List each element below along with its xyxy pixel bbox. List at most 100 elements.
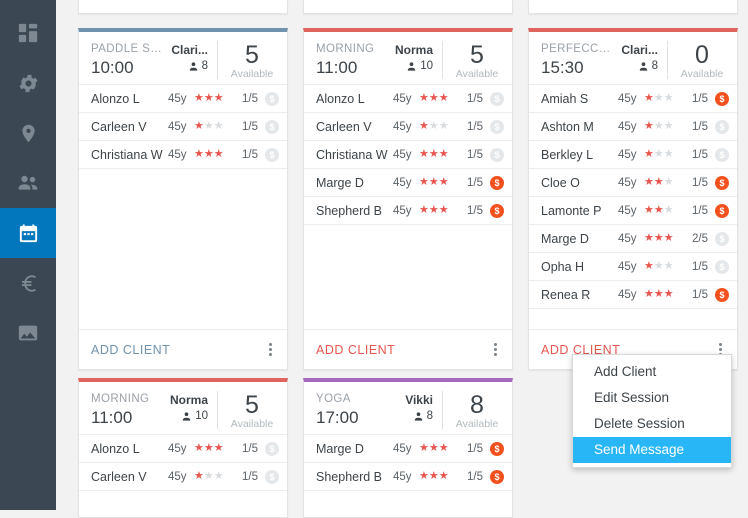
add-client-button[interactable]: ADD CLIENT — [316, 343, 486, 357]
session-time: 11:00 — [91, 408, 133, 427]
client-row[interactable]: Renea R 45y ★★★ 1/5 $ — [529, 281, 737, 309]
context-menu-item[interactable]: Send Message — [573, 437, 731, 463]
client-name: Opha H — [541, 259, 585, 274]
context-menu-item[interactable]: Edit Session — [573, 385, 731, 411]
star-icon: ★ — [663, 120, 674, 132]
client-name: Berkley L — [541, 147, 594, 162]
session-menu-button[interactable] — [261, 338, 279, 362]
client-row[interactable]: Alonzo L 45y ★★★ 1/5 $ — [304, 85, 512, 113]
context-menu-item[interactable]: Delete Session — [573, 411, 731, 437]
payment-status-badge[interactable]: $ — [490, 147, 504, 162]
session-context-menu[interactable]: Add Client Edit Session Delete Session Send… — [572, 354, 732, 468]
payment-status-badge[interactable]: $ — [490, 119, 504, 134]
star-icon: ★ — [428, 148, 439, 160]
person-icon — [189, 61, 197, 71]
star-icon: ★ — [213, 442, 224, 454]
payment-status-badge[interactable]: $ — [265, 469, 279, 484]
payment-status-badge[interactable]: $ — [265, 91, 279, 106]
sessions-board: PADDLE SURF 10:00 Clari... 8 — [56, 0, 748, 518]
sidebar-item-calendar[interactable] — [0, 208, 56, 258]
client-row[interactable]: Amiah S 45y ★★★ 1/5 $ — [529, 85, 737, 113]
client-row[interactable]: Marge D 45y ★★★ 2/5 $ — [529, 225, 737, 253]
client-row[interactable]: Alonzo L 45y ★★★ 1/5 $ — [79, 85, 287, 113]
payment-status-badge[interactable]: $ — [715, 119, 729, 134]
client-session-count: 2/5 — [692, 232, 708, 245]
context-menu-item[interactable]: Add Client — [573, 359, 731, 385]
sidebar-item-gallery[interactable] — [0, 308, 56, 358]
available-count: 5 — [245, 391, 259, 419]
client-row[interactable]: Shepherd B 45y ★★★ 1/5 $ — [304, 197, 512, 225]
sidebar-item-billing[interactable] — [0, 258, 56, 308]
payment-status-badge[interactable]: $ — [715, 91, 729, 106]
client-age: 45y — [168, 470, 187, 483]
payment-status-badge[interactable]: $ — [490, 469, 504, 484]
payment-status-badge[interactable]: $ — [715, 259, 729, 274]
session-card[interactable]: YOGA 17:00 Vikki 8 8 Available Marge D 4… — [303, 378, 513, 518]
client-row[interactable]: Alonzo L 45y ★★★ 1/5 $ — [79, 435, 287, 463]
session-card-stub[interactable] — [528, 0, 738, 14]
client-row[interactable]: Berkley L 45y ★★★ 1/5 $ — [529, 141, 737, 169]
payment-status-badge[interactable]: $ — [490, 175, 504, 190]
client-name: Marge D — [541, 231, 589, 246]
available-label: Available — [455, 418, 499, 430]
star-icon: ★ — [644, 260, 654, 272]
client-row[interactable]: Opha H 45y ★★★ 1/5 $ — [529, 253, 737, 281]
client-age: 45y — [393, 176, 412, 189]
star-icon: ★ — [663, 92, 674, 104]
payment-status-badge[interactable]: $ — [265, 147, 279, 162]
client-rating-stars: ★★★ — [419, 471, 457, 482]
session-card-stub[interactable] — [78, 0, 288, 14]
client-row[interactable]: Carleen V 45y ★★★ 1/5 $ — [79, 463, 287, 491]
payment-status-badge[interactable]: $ — [490, 91, 504, 106]
payment-status-badge[interactable]: $ — [715, 175, 729, 190]
payment-status-badge[interactable]: $ — [265, 441, 279, 456]
client-row[interactable]: Ashton M 45y ★★★ 1/5 $ — [529, 113, 737, 141]
available-label: Available — [230, 68, 274, 80]
star-icon: ★ — [644, 204, 654, 216]
session-card[interactable]: MORNING 11:00 Norma 10 5 Available Alonz… — [303, 28, 513, 370]
available-count: 0 — [695, 41, 709, 69]
session-time: 10:00 — [91, 58, 134, 77]
client-row[interactable]: Christiana W 45y ★★★ 1/5 $ — [304, 141, 512, 169]
sidebar-item-locations[interactable] — [0, 108, 56, 158]
session-card[interactable]: PADDLE SURF 10:00 Clari... 8 — [78, 28, 288, 370]
client-row[interactable]: Christiana W 45y ★★★ 1/5 $ — [79, 141, 287, 169]
payment-status-badge[interactable]: $ — [715, 287, 729, 302]
session-card-stub[interactable] — [303, 0, 513, 14]
client-list: Alonzo L 45y ★★★ 1/5 $ Carleen V 45y ★★★ 1/5 $ — [79, 434, 287, 491]
star-icon: ★ — [428, 92, 439, 104]
client-row[interactable]: Carleen V 45y ★★★ 1/5 $ — [79, 113, 287, 141]
payment-status-badge[interactable]: $ — [490, 203, 504, 218]
star-icon: ★ — [203, 92, 214, 104]
client-row[interactable]: Shepherd B 45y ★★★ 1/5 $ — [304, 463, 512, 491]
client-list: Alonzo L 45y ★★★ 1/5 $ Carleen V 45y ★★★ 1/5 $ Chr… — [79, 84, 287, 169]
coach-name: Clari... — [171, 43, 208, 57]
session-card[interactable]: MORNING 11:00 Norma 10 5 Available Alonz… — [78, 378, 288, 518]
payment-status-badge[interactable]: $ — [490, 441, 504, 456]
coach-name: Vikki — [405, 393, 433, 407]
client-list: Amiah S 45y ★★★ 1/5 $ Ashton M 45y ★★★ 1/5 $ Berkl… — [529, 84, 737, 309]
add-client-button[interactable]: ADD CLIENT — [91, 343, 261, 357]
client-row[interactable]: Marge D 45y ★★★ 1/5 $ — [304, 435, 512, 463]
session-menu-button[interactable] — [486, 338, 504, 362]
person-icon — [183, 411, 191, 421]
capacity-block: 8 — [612, 60, 658, 72]
payment-status-badge[interactable]: $ — [715, 231, 729, 246]
client-row[interactable]: Marge D 45y ★★★ 1/5 $ — [304, 169, 512, 197]
client-row[interactable]: Cloe O 45y ★★★ 1/5 $ — [529, 169, 737, 197]
client-session-count: 1/5 — [692, 92, 708, 105]
sidebar-item-dashboard[interactable] — [0, 8, 56, 58]
client-age: 45y — [618, 148, 637, 161]
sidebar-item-clients[interactable] — [0, 158, 56, 208]
capacity-block: 8 — [162, 60, 208, 72]
session-card[interactable]: PERFECCION. ... 15:30 Clari... 8 — [528, 28, 738, 370]
payment-status-badge[interactable]: $ — [715, 203, 729, 218]
payment-status-badge[interactable]: $ — [715, 147, 729, 162]
client-row[interactable]: Lamonte P 45y ★★★ 1/5 $ — [529, 197, 737, 225]
client-row[interactable]: Carleen V 45y ★★★ 1/5 $ — [304, 113, 512, 141]
star-icon: ★ — [438, 92, 449, 104]
client-session-count: 1/5 — [467, 92, 483, 105]
sidebar-item-settings[interactable] — [0, 58, 56, 108]
session-card-footer: ADD CLIENT — [79, 329, 287, 369]
payment-status-badge[interactable]: $ — [265, 119, 279, 134]
